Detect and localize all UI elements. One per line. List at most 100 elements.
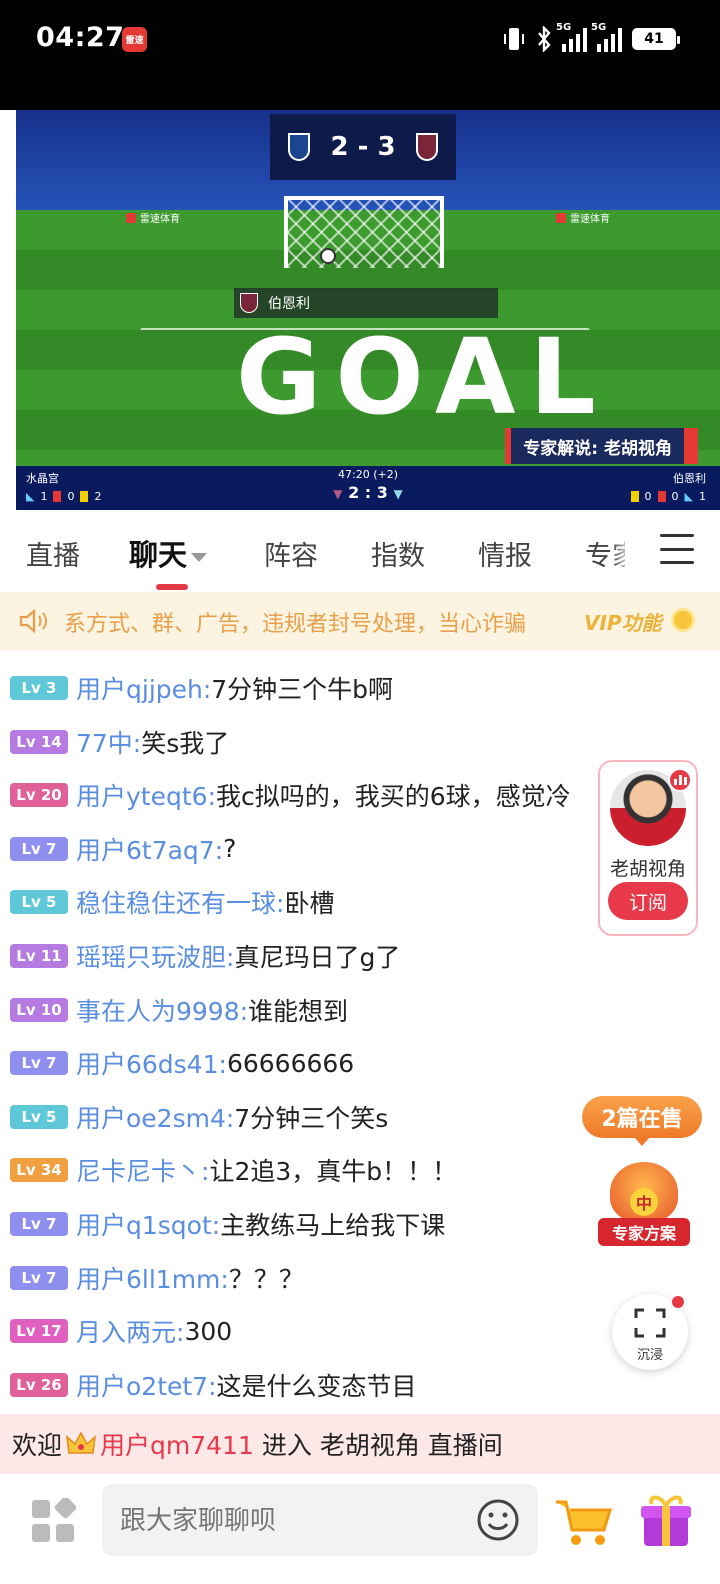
chat-message[interactable]: Lv 11 瑶瑶只玩波胆: 真尼玛日了g了 <box>10 936 400 976</box>
tab-intel[interactable]: 情报 <box>478 534 532 573</box>
chat-message[interactable]: Lv 5 用户oe2sm4: 7分钟三个笑s <box>10 1097 388 1137</box>
user-level-badge: Lv 20 <box>10 783 68 808</box>
chat-message-text: 我c拟吗的，我买的6球，感觉冷 <box>215 782 571 812</box>
chat-message-text: 笑s我了 <box>141 728 230 758</box>
menu-icon[interactable] <box>660 534 694 564</box>
home-corners: 1 <box>40 490 48 503</box>
status-time: 04:27 <box>36 22 125 53</box>
chat-username[interactable]: 用户6t7aq7: <box>76 831 223 867</box>
chat-message[interactable]: Lv 7 用户6ll1mm: ？？？ <box>10 1258 304 1298</box>
home-kit-icon: ▼ <box>333 487 343 501</box>
bottom-input-bar <box>0 1474 720 1584</box>
ball-icon <box>320 248 336 264</box>
goal-overlay-text: GOAL <box>236 316 610 438</box>
status-icons: 5G 5G 41 <box>502 22 680 54</box>
vibrate-icon <box>504 28 524 50</box>
chat-message[interactable]: Lv 7 用户q1sqot: 主教练马上给我下课 <box>10 1204 445 1244</box>
shopping-cart-icon[interactable] <box>554 1496 614 1548</box>
streamer-card[interactable]: 老胡视角 订阅 <box>598 760 698 936</box>
chat-message[interactable]: Lv 14 77中: 笑s我了 <box>10 722 229 762</box>
vip-feature-button[interactable]: VIP功能 <box>584 607 662 636</box>
tab-odds[interactable]: 指数 <box>371 534 425 573</box>
chat-message[interactable]: Lv 3 用户qjjpeh: 7分钟三个牛b啊 <box>10 668 393 708</box>
welcome-username[interactable]: 用户qm7411 <box>100 1426 254 1462</box>
chat-username[interactable]: 用户q1sqot: <box>76 1206 220 1242</box>
chat-message[interactable]: Lv 10 事在人为9998: 谁能想到 <box>10 990 348 1030</box>
immersive-mode-button[interactable]: 沉浸 <box>612 1294 688 1370</box>
scoreboard-score: 2 - 3 <box>330 132 396 162</box>
tab-lineup[interactable]: 阵容 <box>264 534 318 573</box>
more-apps-icon[interactable] <box>30 1498 76 1544</box>
caret-down-icon <box>191 552 208 562</box>
home-crest-icon <box>288 133 311 161</box>
vip-coin-icon[interactable] <box>671 608 695 632</box>
chat-username[interactable]: 瑶瑶只玩波胆: <box>76 938 234 974</box>
immersive-label: 沉浸 <box>636 1348 663 1363</box>
away-team-info: 伯恩利 0 0 ◣ 1 <box>630 470 706 503</box>
user-level-badge: Lv 17 <box>10 1319 68 1344</box>
chat-username[interactable]: 用户o2tet7: <box>76 1367 217 1403</box>
chat-message-text: 300 <box>184 1316 233 1346</box>
live-video-player[interactable]: 2 - 3 雷速体育 雷速体育 伯恩利 GOAL 专家解说: 老胡视角 水晶宫 … <box>16 110 720 510</box>
chat-username[interactable]: 用户oe2sm4: <box>76 1099 234 1135</box>
chat-message[interactable]: Lv 34 尼卡尼卡丶: 让2追3，真牛b！！！ <box>10 1150 457 1190</box>
away-red-cards: 0 <box>671 490 679 503</box>
chat-message[interactable]: Lv 17 月入两元: 300 <box>10 1311 232 1351</box>
chat-username[interactable]: 用户6ll1mm: <box>76 1260 229 1296</box>
chat-message[interactable]: Lv 7 用户6t7aq7: ? <box>10 829 236 869</box>
chat-message-text: ？？？ <box>228 1264 304 1294</box>
gift-icon[interactable] <box>640 1492 692 1548</box>
chat-username[interactable]: 77中: <box>76 724 141 760</box>
chat-username[interactable]: 事在人为9998: <box>76 992 248 1028</box>
chat-message[interactable]: Lv 5 稳住稳住还有一球: 卧槽 <box>10 882 334 922</box>
scorer-team-name: 伯恩利 <box>268 296 310 312</box>
user-level-badge: Lv 7 <box>10 1212 68 1236</box>
welcome-banner: 欢迎 用户qm7411 进入 老胡视角 直播间 <box>0 1414 720 1474</box>
board-ad-left: 雷速体育 <box>126 210 180 225</box>
red-card-icon <box>657 491 666 502</box>
score-separator: : <box>364 483 372 502</box>
chat-username[interactable]: 稳住稳住还有一球: <box>76 884 284 920</box>
user-level-badge: Lv 11 <box>10 944 68 968</box>
away-score: 3 <box>376 483 388 502</box>
user-level-badge: Lv 14 <box>10 729 68 754</box>
notification-dot <box>672 1296 684 1308</box>
app-notification-icon: 雷速 <box>122 27 147 52</box>
home-team-name: 水晶宫 <box>26 472 59 485</box>
plans-on-sale-badge[interactable]: 2篇在售 <box>582 1096 702 1146</box>
scorer-team-banner: 伯恩利 <box>234 288 498 318</box>
yellow-card-icon <box>80 491 89 502</box>
corner-icon: ◣ <box>26 490 35 503</box>
welcome-suffix: 进入 老胡视角 直播间 <box>261 1431 503 1460</box>
chat-message[interactable]: Lv 7 用户66ds41: 66666666 <box>10 1043 354 1083</box>
chat-username[interactable]: 用户yteqt6: <box>76 777 216 813</box>
expert-plan-button[interactable]: 专家方案 <box>598 1218 690 1246</box>
chat-username[interactable]: 用户66ds41: <box>76 1045 227 1081</box>
user-level-badge: Lv 5 <box>10 1104 68 1129</box>
scoreboard: 2 - 3 <box>270 114 456 180</box>
emoji-icon[interactable] <box>476 1498 520 1542</box>
corner-icon: ◣ <box>684 490 693 503</box>
user-level-badge: Lv 34 <box>10 1158 68 1183</box>
chat-message[interactable]: Lv 20 用户yteqt6: 我c拟吗的，我买的6球，感觉冷 <box>10 775 571 815</box>
user-level-badge: Lv 3 <box>10 676 68 700</box>
chat-message[interactable]: Lv 26 用户o2tet7: 这是什么变态节目 <box>10 1365 417 1405</box>
board-ad-right: 雷速体育 <box>556 210 610 225</box>
chat-message-text: 谁能想到 <box>248 996 349 1026</box>
signal-icon-2: 5G <box>591 22 622 52</box>
away-kit-icon: ▼ <box>393 487 403 501</box>
chat-username[interactable]: 月入两元: <box>76 1313 184 1349</box>
tab-live[interactable]: 直播 <box>26 534 80 573</box>
tab-chat[interactable]: 聊天 <box>129 532 208 574</box>
match-time: 47:20 (+2) <box>338 468 398 481</box>
welcome-prefix: 欢迎 <box>12 1431 63 1460</box>
yellow-card-icon <box>630 491 639 502</box>
chat-message-text: 真尼玛日了g了 <box>234 943 401 972</box>
chat-username[interactable]: 尼卡尼卡丶: <box>76 1152 209 1188</box>
tab-chat-label: 聊天 <box>129 538 188 572</box>
subscribe-button[interactable]: 订阅 <box>608 882 688 920</box>
chat-username[interactable]: 用户qjjpeh: <box>76 670 211 706</box>
user-level-badge: Lv 10 <box>10 997 68 1022</box>
match-info-bar: 水晶宫 ◣ 1 0 2 47:20 (+2) ▼ 2 : 3 ▼ 伯恩利 0 0 … <box>16 466 720 510</box>
chat-input[interactable] <box>102 1484 538 1556</box>
